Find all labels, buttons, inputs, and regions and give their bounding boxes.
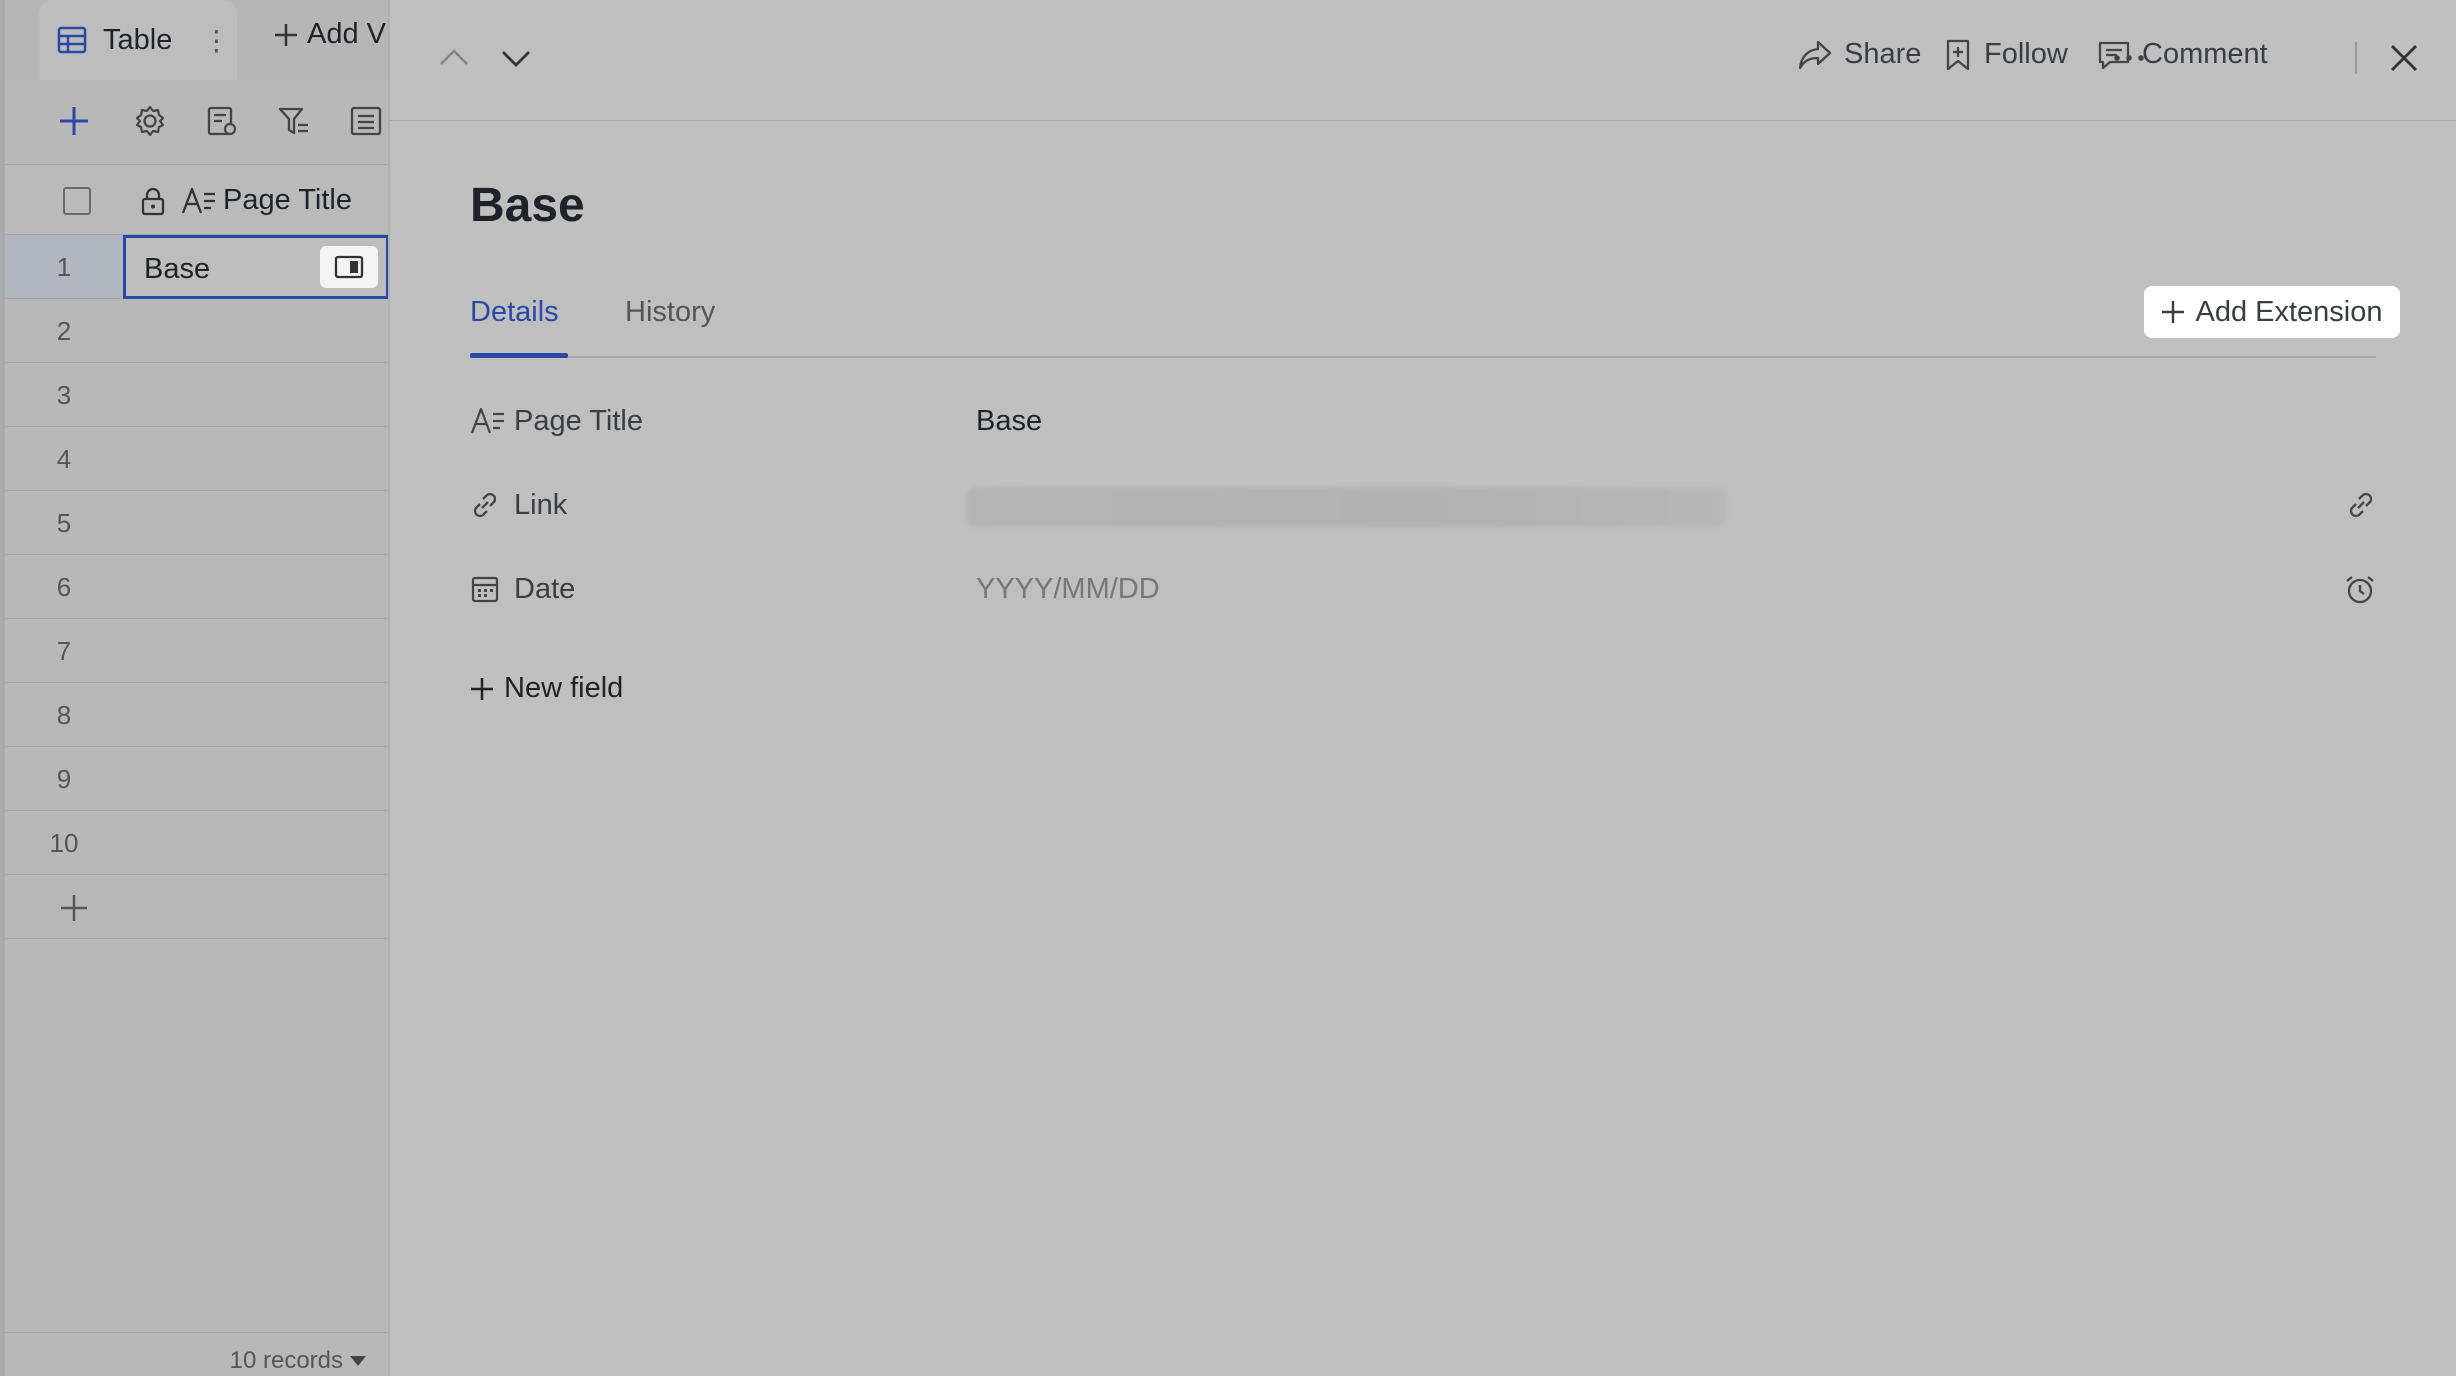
table-row[interactable]: 1 Base xyxy=(5,235,388,299)
add-view-label: Add V xyxy=(307,18,386,50)
active-tab-indicator xyxy=(470,353,568,358)
table-icon xyxy=(57,26,87,54)
field-label: Link xyxy=(514,489,568,521)
expand-record-icon[interactable] xyxy=(320,246,378,288)
add-view-button[interactable]: Add V xyxy=(273,18,386,51)
field-row-link: Link xyxy=(470,481,2376,531)
row-number: 9 xyxy=(56,764,72,794)
view-tabs-bar: Table ⋮ Add V xyxy=(5,0,388,80)
table-row[interactable]: 10 xyxy=(5,811,388,875)
tab-details[interactable]: Details xyxy=(470,296,559,329)
follow-button[interactable]: Follow xyxy=(1944,38,2068,71)
column-header-title[interactable]: Page Title xyxy=(223,184,352,217)
close-icon[interactable] xyxy=(2388,42,2420,74)
row-number: 4 xyxy=(56,444,72,474)
bookmark-plus-icon xyxy=(1946,39,1970,70)
share-label: Share xyxy=(1844,38,1922,70)
header-divider xyxy=(2355,42,2357,74)
more-icon[interactable] xyxy=(2112,42,2146,74)
plus-icon xyxy=(275,23,297,46)
comment-label: Comment xyxy=(2142,38,2268,70)
table-row[interactable]: 3 xyxy=(5,363,388,427)
filter-icon[interactable] xyxy=(277,104,311,138)
table-row[interactable]: 8 xyxy=(5,683,388,747)
lock-icon xyxy=(139,187,167,217)
calendar-icon xyxy=(470,574,500,604)
add-extension-label: Add Extension xyxy=(2195,295,2383,328)
row-number: 8 xyxy=(56,700,72,730)
new-field-label: New field xyxy=(504,672,624,704)
grid-header-row: Page Title xyxy=(5,164,388,235)
view-tab-label: Table xyxy=(103,23,173,56)
plus-icon xyxy=(2162,301,2185,323)
gear-icon[interactable] xyxy=(133,104,167,138)
row-number: 10 xyxy=(49,828,79,858)
table-row[interactable]: 9 xyxy=(5,747,388,811)
link-value-input[interactable] xyxy=(966,487,1726,527)
chevron-down-icon[interactable] xyxy=(500,42,532,74)
selected-cell[interactable]: Base xyxy=(123,235,388,299)
field-label: Date xyxy=(514,573,576,605)
text-field-icon xyxy=(181,186,217,216)
group-icon[interactable] xyxy=(349,104,383,138)
field-settings-icon[interactable] xyxy=(205,104,239,138)
row-number: 2 xyxy=(56,316,72,346)
cell-value: Base xyxy=(144,253,211,285)
field-label: Page Title xyxy=(514,405,643,437)
table-row[interactable]: 7 xyxy=(5,619,388,683)
row-number: 1 xyxy=(56,252,72,282)
add-extension-button[interactable]: Add Extension xyxy=(2144,286,2400,338)
alarm-clock-icon[interactable] xyxy=(2344,574,2376,606)
share-icon xyxy=(1798,40,1832,69)
edit-link-icon[interactable] xyxy=(2346,490,2376,520)
plus-icon xyxy=(59,893,89,923)
detail-header: Share Follow Comment xyxy=(390,0,2456,121)
select-all-checkbox[interactable] xyxy=(63,187,91,215)
view-menu-icon[interactable]: ⋮ xyxy=(202,24,230,57)
table-row[interactable]: 4 xyxy=(5,427,388,491)
text-field-icon xyxy=(470,406,506,436)
record-title: Base xyxy=(470,179,585,232)
table-row[interactable]: 6 xyxy=(5,555,388,619)
plus-icon xyxy=(471,677,493,700)
field-row-page-title: Page Title Base xyxy=(470,397,2376,447)
field-row-date: Date YYYY/MM/DD xyxy=(470,565,2376,615)
grid-rows: 1 Base 2 3 4 5 6 7 8 9 10 xyxy=(5,235,388,939)
add-record-icon[interactable] xyxy=(57,104,91,138)
grid-toolbar xyxy=(5,92,388,152)
tab-history[interactable]: History xyxy=(625,296,715,329)
record-detail-panel: Share Follow Comment Base Details Histor… xyxy=(388,0,2456,1376)
row-number: 5 xyxy=(56,508,72,538)
row-number: 7 xyxy=(56,636,72,666)
row-number: 6 xyxy=(56,572,72,602)
view-tab-table[interactable]: Table ⋮ xyxy=(39,0,237,80)
field-value-input[interactable]: Base xyxy=(976,405,1042,438)
grid-panel: Table ⋮ Add V Page Title 1 Base 2 3 4 5 … xyxy=(0,0,388,1376)
follow-label: Follow xyxy=(1984,38,2068,70)
share-button[interactable]: Share xyxy=(1798,38,1921,71)
new-field-button[interactable]: New field xyxy=(470,672,623,705)
chevron-up-icon[interactable] xyxy=(438,42,470,74)
records-count[interactable]: 10 records xyxy=(230,1347,343,1375)
caret-down-icon[interactable] xyxy=(349,1355,367,1367)
add-row-button[interactable] xyxy=(5,875,388,939)
table-row[interactable]: 2 xyxy=(5,299,388,363)
link-icon xyxy=(470,490,500,520)
row-number: 3 xyxy=(56,380,72,410)
grid-footer: 10 records xyxy=(5,1332,388,1376)
date-input[interactable]: YYYY/MM/DD xyxy=(976,573,1160,606)
detail-tabs: Details History xyxy=(470,290,2376,358)
table-row[interactable]: 5 xyxy=(5,491,388,555)
